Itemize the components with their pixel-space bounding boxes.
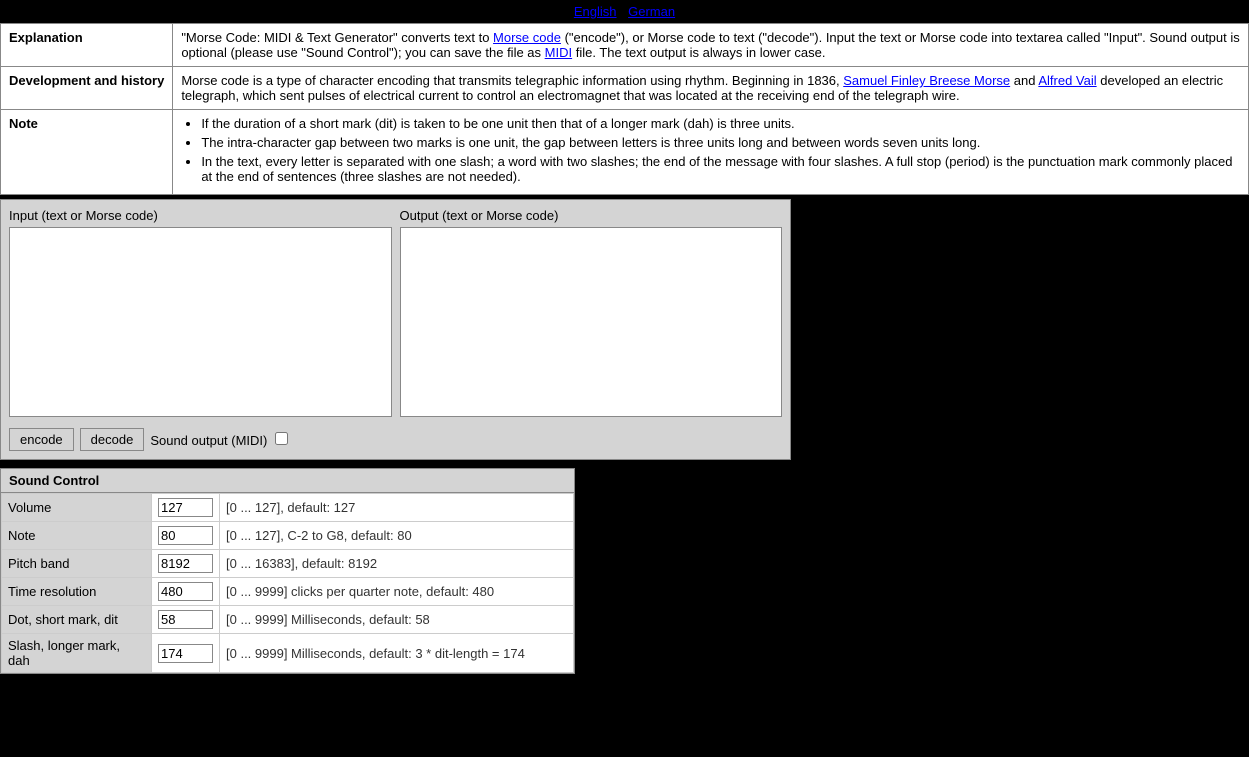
slash-input-cell — [152, 634, 220, 673]
volume-input[interactable] — [158, 498, 213, 517]
note-item-1: If the duration of a short mark (dit) is… — [201, 116, 1240, 131]
note-row-sc: Note [0 ... 127], C-2 to G8, default: 80 — [2, 522, 574, 550]
sound-output-checkbox[interactable] — [275, 432, 288, 445]
info-table: Explanation "Morse Code: MIDI & Text Gen… — [0, 23, 1249, 195]
development-label: Development and history — [1, 67, 173, 110]
pitch-input[interactable] — [158, 554, 213, 573]
dot-input-cell — [152, 606, 220, 634]
output-textarea[interactable] — [400, 227, 783, 417]
slash-row: Slash, longer mark, dah [0 ... 9999] Mil… — [2, 634, 574, 673]
english-link[interactable]: English — [574, 4, 617, 19]
note-item-2: The intra-character gap between two mark… — [201, 135, 1240, 150]
slash-input[interactable] — [158, 644, 213, 663]
note-sc-input[interactable] — [158, 526, 213, 545]
explanation-row: Explanation "Morse Code: MIDI & Text Gen… — [1, 24, 1249, 67]
time-resolution-row: Time resolution [0 ... 9999] clicks per … — [2, 578, 574, 606]
note-row: Note If the duration of a short mark (di… — [1, 110, 1249, 195]
development-content: Morse code is a type of character encodi… — [173, 67, 1249, 110]
development-row: Development and history Morse code is a … — [1, 67, 1249, 110]
time-resolution-input[interactable] — [158, 582, 213, 601]
sound-control-section: Sound Control Volume [0 ... 127], defaul… — [0, 468, 575, 674]
dot-input[interactable] — [158, 610, 213, 629]
dot-row: Dot, short mark, dit [0 ... 9999] Millis… — [2, 606, 574, 634]
note-sc-label: Note — [2, 522, 152, 550]
sound-control-header: Sound Control — [1, 469, 574, 493]
alfred-link[interactable]: Alfred Vail — [1038, 73, 1096, 88]
note-sc-input-cell — [152, 522, 220, 550]
pitch-row: Pitch band [0 ... 16383], default: 8192 — [2, 550, 574, 578]
time-resolution-desc: [0 ... 9999] clicks per quarter note, de… — [220, 578, 574, 606]
sound-output-label: Sound output (MIDI) — [150, 432, 288, 448]
volume-label: Volume — [2, 494, 152, 522]
volume-desc: [0 ... 127], default: 127 — [220, 494, 574, 522]
encode-button[interactable]: encode — [9, 428, 74, 451]
german-link[interactable]: German — [628, 4, 675, 19]
dot-label: Dot, short mark, dit — [2, 606, 152, 634]
note-label: Note — [1, 110, 173, 195]
input-label: Input (text or Morse code) — [9, 208, 392, 223]
io-section: Input (text or Morse code) Output (text … — [0, 199, 791, 460]
dot-desc: [0 ... 9999] Milliseconds, default: 58 — [220, 606, 574, 634]
pitch-label: Pitch band — [2, 550, 152, 578]
sound-control-table: Volume [0 ... 127], default: 127 Note [0… — [1, 493, 574, 673]
output-col: Output (text or Morse code) — [400, 208, 783, 420]
top-nav: English German — [0, 0, 1249, 23]
note-sc-desc: [0 ... 127], C-2 to G8, default: 80 — [220, 522, 574, 550]
pitch-input-cell — [152, 550, 220, 578]
decode-button[interactable]: decode — [80, 428, 145, 451]
input-col: Input (text or Morse code) — [9, 208, 392, 420]
morse-code-link[interactable]: Morse code — [493, 30, 561, 45]
note-content: If the duration of a short mark (dit) is… — [173, 110, 1249, 195]
midi-link[interactable]: MIDI — [545, 45, 572, 60]
volume-input-cell — [152, 494, 220, 522]
io-buttons: encode decode Sound output (MIDI) — [9, 428, 782, 451]
explanation-content: "Morse Code: MIDI & Text Generator" conv… — [173, 24, 1249, 67]
samuel-link[interactable]: Samuel Finley Breese Morse — [843, 73, 1010, 88]
volume-row: Volume [0 ... 127], default: 127 — [2, 494, 574, 522]
explanation-label: Explanation — [1, 24, 173, 67]
input-textarea[interactable] — [9, 227, 392, 417]
pitch-desc: [0 ... 16383], default: 8192 — [220, 550, 574, 578]
slash-desc: [0 ... 9999] Milliseconds, default: 3 * … — [220, 634, 574, 673]
output-label: Output (text or Morse code) — [400, 208, 783, 223]
time-resolution-label: Time resolution — [2, 578, 152, 606]
note-item-3: In the text, every letter is separated w… — [201, 154, 1240, 184]
time-resolution-input-cell — [152, 578, 220, 606]
slash-label: Slash, longer mark, dah — [2, 634, 152, 673]
